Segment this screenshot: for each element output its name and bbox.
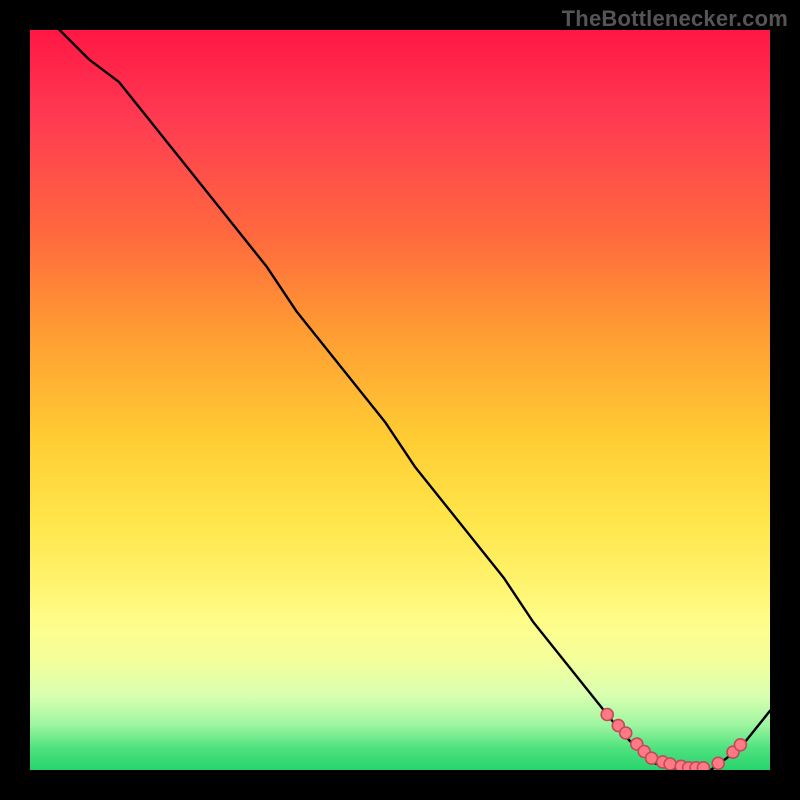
chart-svg (30, 30, 770, 770)
chart-marker (631, 738, 643, 750)
chart-marker (712, 757, 724, 769)
brand-watermark: TheBottlenecker.com (562, 6, 788, 32)
chart-marker (675, 760, 687, 770)
chart-marker (657, 756, 669, 768)
chart-marker (612, 720, 624, 732)
chart-marker (664, 758, 676, 770)
chart-marker (620, 727, 632, 739)
chart-marker (601, 709, 613, 721)
chart-marker (690, 762, 702, 770)
chart-plot-area (30, 30, 770, 770)
chart-marker (683, 762, 695, 770)
chart-marker (646, 752, 658, 764)
chart-container: TheBottlenecker.com (0, 0, 800, 800)
chart-marker (727, 746, 739, 758)
chart-marker (734, 739, 746, 751)
chart-curve (60, 30, 770, 770)
chart-marker (638, 746, 650, 758)
chart-marker (697, 762, 709, 770)
chart-marker-group (601, 709, 746, 771)
